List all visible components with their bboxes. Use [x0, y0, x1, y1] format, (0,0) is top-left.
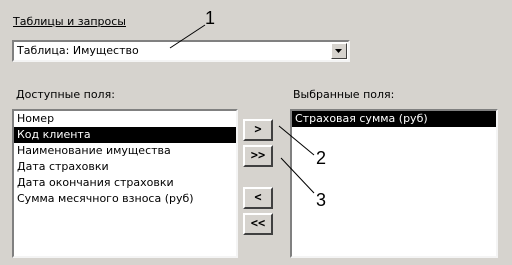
callout-line-3 — [280, 157, 315, 194]
callout-line-2 — [278, 125, 315, 156]
callout-3: 3 — [316, 190, 327, 210]
callout-lines — [169, 24, 315, 194]
callout-line-1 — [169, 24, 206, 49]
callout-2: 2 — [316, 148, 327, 168]
callout-1: 1 — [205, 8, 216, 28]
